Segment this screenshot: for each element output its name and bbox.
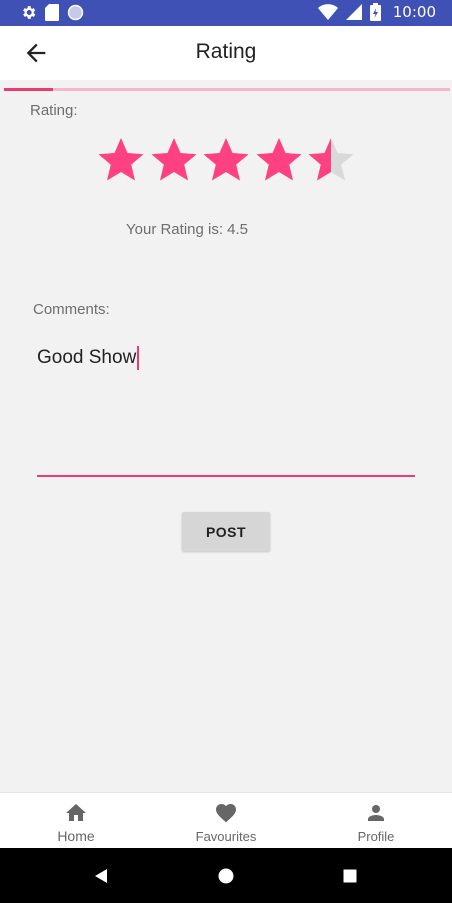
- back-triangle-icon[interactable]: [92, 866, 112, 886]
- progress-bar: [4, 88, 450, 91]
- comments-input[interactable]: Good Show: [37, 346, 415, 370]
- star-icon[interactable]: [202, 136, 250, 184]
- nav-item-favourites[interactable]: Favourites: [166, 793, 286, 849]
- app-bar: Rating: [0, 26, 452, 80]
- home-circle-icon[interactable]: [216, 866, 236, 886]
- star-icon[interactable]: [150, 136, 198, 184]
- status-time: 10:00: [392, 3, 436, 21]
- comments-input-value: Good Show: [37, 347, 137, 368]
- heart-icon: [216, 804, 236, 823]
- star-filled: [98, 138, 144, 181]
- post-button[interactable]: POST: [182, 512, 270, 551]
- progress-bar-fill: [4, 88, 54, 91]
- wifi-icon: [317, 4, 338, 20]
- nav-item-profile[interactable]: Profile: [316, 793, 436, 849]
- sync-circle-icon: [67, 4, 84, 21]
- status-left-icons: [20, 4, 84, 21]
- recents-square-icon[interactable]: [340, 866, 360, 886]
- star-filled: [256, 138, 301, 181]
- gear-icon: [23, 6, 36, 19]
- home-icon: [66, 804, 86, 821]
- star-icon[interactable]: [97, 136, 145, 184]
- comments-input-underline: [37, 475, 415, 477]
- sd-card-icon: [45, 4, 59, 21]
- status-right-icons: 10:00: [317, 3, 436, 21]
- star-icon[interactable]: [307, 136, 355, 184]
- system-navigation-bar: [0, 848, 452, 903]
- bottom-navigation: Home Favourites Profile: [0, 792, 452, 848]
- page-title: Rating: [195, 40, 257, 63]
- rating-result-text: Your Rating is: 4.5: [126, 221, 249, 238]
- signal-icon: [345, 4, 362, 20]
- status-bar: 10:00: [0, 0, 452, 26]
- person-icon: [368, 805, 384, 821]
- battery-icon: [369, 3, 381, 21]
- comments-label: Comments:: [33, 301, 110, 318]
- nav-label-home: Home: [57, 828, 95, 844]
- rating-label: Rating:: [30, 102, 78, 119]
- nav-label-profile: Profile: [357, 829, 395, 844]
- text-caret: [137, 346, 140, 370]
- star-filled: [151, 138, 196, 181]
- nav-item-home[interactable]: Home: [16, 793, 136, 849]
- rating-stars[interactable]: [97, 136, 357, 184]
- nav-label-favourites: Favourites: [195, 829, 257, 844]
- star-icon[interactable]: [255, 136, 303, 184]
- star-filled: [203, 138, 249, 181]
